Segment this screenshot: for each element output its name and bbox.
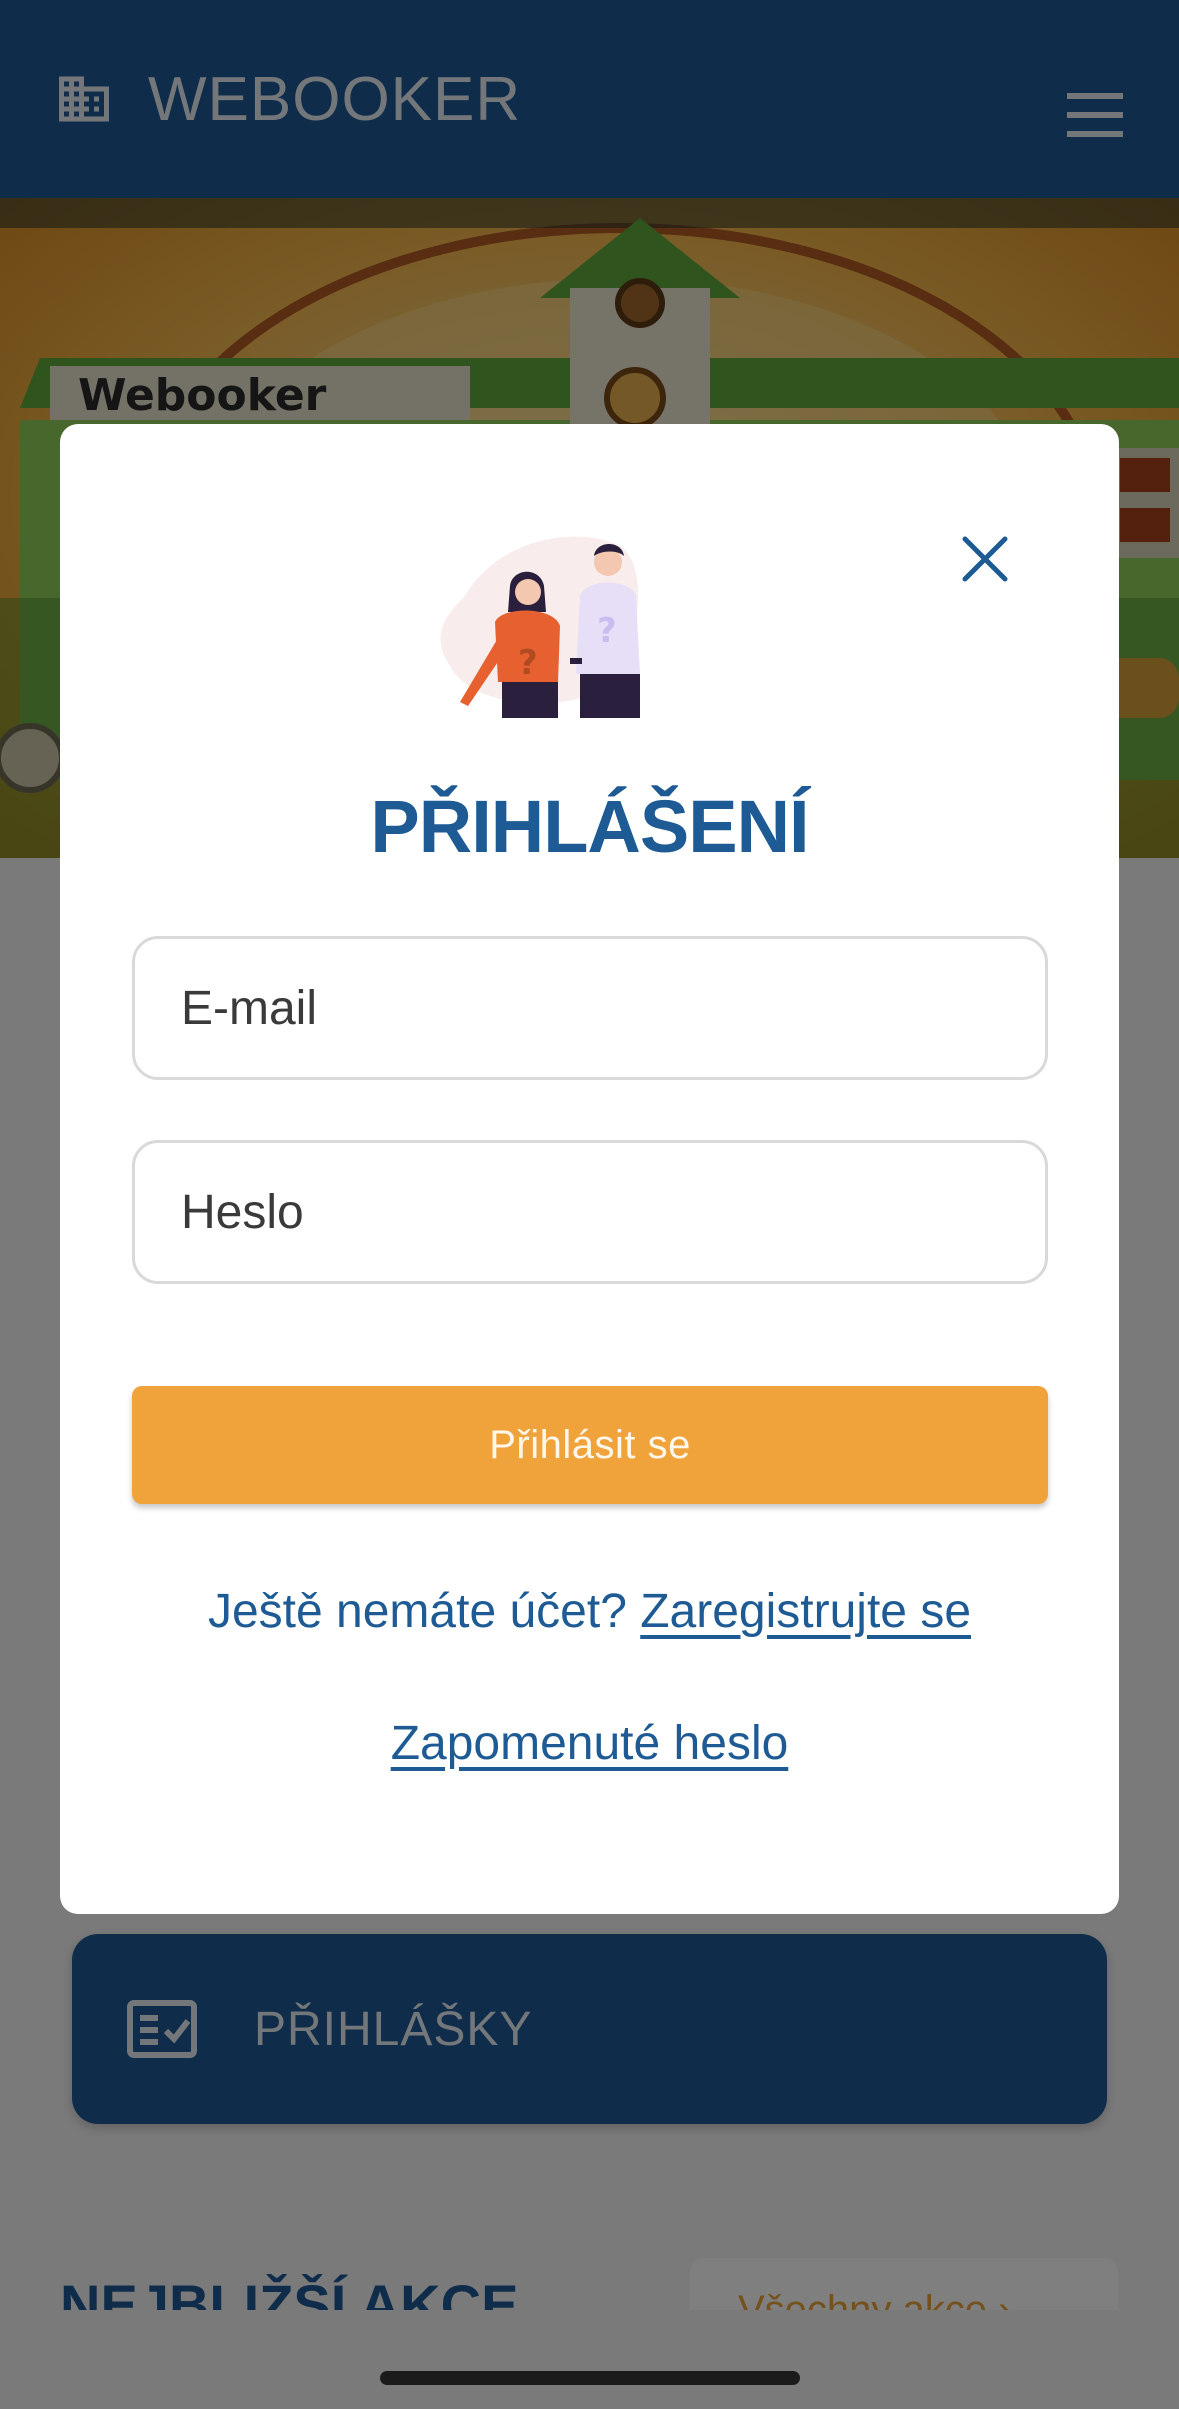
modal-title: PŘIHLÁŠENÍ xyxy=(370,785,809,868)
login-modal: ? ? PŘIHLÁŠENÍ Přihlásit se Ještě nemáte… xyxy=(60,424,1119,1914)
home-indicator[interactable] xyxy=(380,2371,800,2385)
login-button[interactable]: Přihlásit se xyxy=(132,1386,1048,1504)
signup-link[interactable]: Zaregistrujte se xyxy=(640,1585,971,1638)
password-field[interactable] xyxy=(132,1140,1048,1284)
forgot-password-link[interactable]: Zapomenuté heslo xyxy=(391,1717,789,1770)
close-button[interactable] xyxy=(940,514,1030,604)
app-root: WEBOOKER Webooker xyxy=(0,0,1179,2409)
couple-question-illustration: ? ? xyxy=(440,536,640,718)
svg-text:?: ? xyxy=(518,643,538,683)
svg-text:?: ? xyxy=(597,611,617,651)
close-icon xyxy=(962,536,1008,582)
forgot-password-row: Zapomenuté heslo xyxy=(60,1716,1119,1771)
signup-prompt: Ještě nemáte účet? xyxy=(207,1585,641,1638)
signup-row: Ještě nemáte účet? Zaregistrujte se xyxy=(60,1584,1119,1639)
email-field[interactable] xyxy=(132,936,1048,1080)
